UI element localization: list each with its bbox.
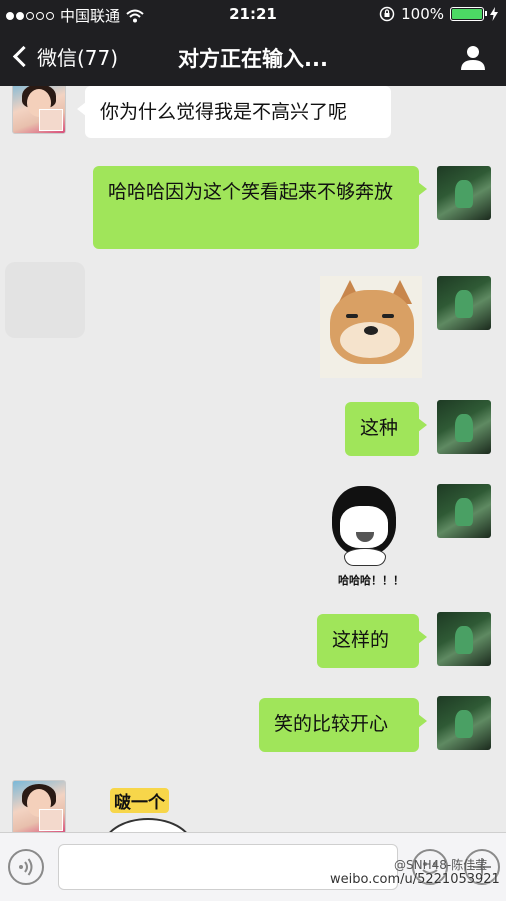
message-bubble-me[interactable]: 哈哈哈因为这个笑看起来不够奔放: [93, 166, 427, 249]
nav-bar: 微信(77) 对方正在输入...: [0, 30, 506, 86]
voice-icon: [19, 858, 33, 876]
status-right: 100%: [379, 5, 498, 23]
status-bar: 中国联通 21:21 100%: [0, 0, 506, 30]
my-avatar[interactable]: [437, 166, 491, 220]
friend-avatar[interactable]: [12, 86, 66, 134]
message-bubble-me[interactable]: 这样的: [317, 614, 427, 668]
watermark-handle: @SNH48-陈佳莹: [394, 858, 488, 872]
message-bubble-me[interactable]: 笑的比较开心: [259, 698, 427, 752]
chat-area[interactable]: 你为什么觉得我是不高兴了呢 哈哈哈因为这个笑看起来不够奔放 这种 哈哈哈！！！ …: [0, 86, 506, 832]
my-avatar[interactable]: [437, 612, 491, 666]
sticker-shiba-doge[interactable]: [320, 276, 422, 378]
chat-title: 对方正在输入...: [178, 47, 328, 71]
sticker-panda-meme[interactable]: 哈哈哈！！！: [326, 486, 424, 592]
voice-button[interactable]: [8, 849, 44, 885]
battery-icon: [450, 7, 487, 21]
charging-icon: [490, 7, 498, 21]
message-bubble-friend[interactable]: 你为什么觉得我是不高兴了呢: [77, 86, 391, 138]
sticker-caption: 哈哈哈！！！: [338, 574, 404, 587]
faded-placeholder: [5, 262, 85, 338]
message-bubble-me[interactable]: 这种: [345, 402, 427, 456]
battery-percent: 100%: [401, 5, 444, 23]
my-avatar[interactable]: [437, 400, 491, 454]
friend-avatar[interactable]: [12, 780, 66, 832]
my-avatar[interactable]: [437, 484, 491, 538]
my-avatar[interactable]: [437, 276, 491, 330]
sticker-kiss-cartoon[interactable]: 啵一个: [100, 786, 220, 832]
watermark-url: weibo.com/u/5221053921: [330, 872, 500, 887]
user-profile-icon[interactable]: [458, 42, 488, 72]
orientation-lock-icon: [379, 6, 395, 22]
my-avatar[interactable]: [437, 696, 491, 750]
sticker-caption: 啵一个: [110, 788, 169, 813]
